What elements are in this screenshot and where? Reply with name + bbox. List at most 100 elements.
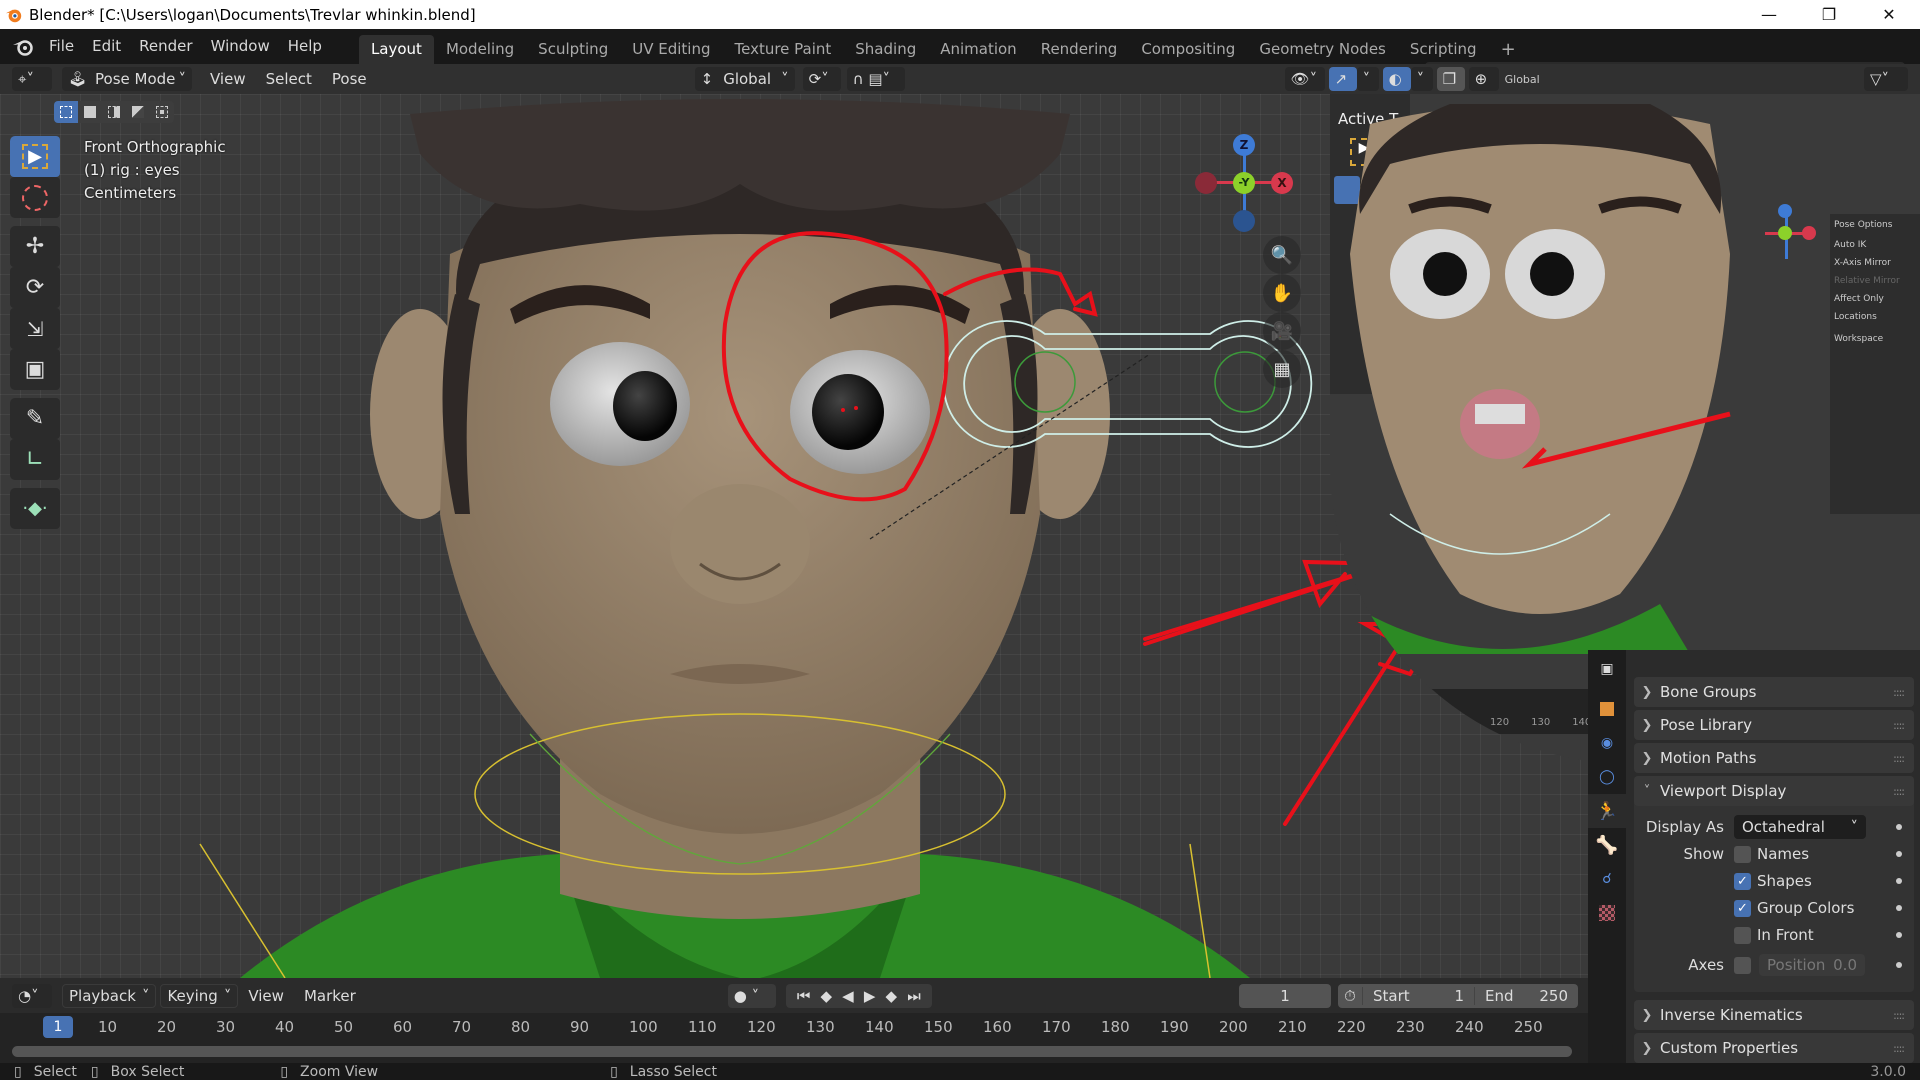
panel-motion-paths[interactable]: ❯ Motion Paths:::: <box>1634 743 1914 773</box>
camera-view-button[interactable]: 🎥 <box>1263 312 1301 350</box>
tab-physics[interactable]: ◉ <box>1588 726 1626 760</box>
keyframe-dot-icon[interactable] <box>1896 962 1902 968</box>
tab-constraints[interactable]: ◯ <box>1588 760 1626 794</box>
drag-handle-icon[interactable]: :::: <box>1893 752 1905 765</box>
overlays-dropdown[interactable]: ˅ <box>1410 67 1433 91</box>
tab-scripting[interactable]: Scripting <box>1398 35 1489 64</box>
menu-pose[interactable]: Pose <box>322 70 377 88</box>
minimize-button[interactable]: — <box>1740 0 1798 29</box>
select-box-tool[interactable]: ▶ <box>10 136 60 177</box>
gizmo-neg-x-axis[interactable] <box>1195 172 1217 194</box>
gizmo-x-axis[interactable]: X <box>1271 172 1293 194</box>
gizmo-neg-z-axis[interactable] <box>1233 210 1255 232</box>
drag-handle-icon[interactable]: :::: <box>1893 785 1905 798</box>
gizmo-dropdown[interactable]: ˅ <box>1356 67 1379 91</box>
transform-orientation-dropdown[interactable]: ↕ Global ˅ <box>694 67 795 91</box>
tab-uv-editing[interactable]: UV Editing <box>620 35 722 64</box>
pan-view-button[interactable]: ✋ <box>1263 274 1301 312</box>
shading-wireframe-button[interactable]: ⊕ <box>1468 67 1499 91</box>
measure-tool[interactable]: ∟ <box>10 439 60 480</box>
playback-menu[interactable]: Playback ˅ <box>62 983 157 1008</box>
timeline-ruler[interactable]: 1 10 20 30 40 50 60 70 80 90 100 110 120 130 140 150 16… <box>0 1013 1588 1041</box>
cursor-tool[interactable] <box>10 177 60 218</box>
tab-animation[interactable]: Animation <box>928 35 1028 64</box>
keyframe-dot-icon[interactable] <box>1896 905 1902 911</box>
relax-pose-tool[interactable]: ⋅◆⋅ <box>10 488 60 529</box>
group-colors-checkbox[interactable]: ✓ <box>1734 899 1751 917</box>
tab-texture[interactable] <box>1588 896 1626 930</box>
panel-viewport-display-header[interactable]: ˅ Viewport Display:::: <box>1634 776 1914 806</box>
tab-geometry-nodes[interactable]: Geometry Nodes <box>1247 35 1398 64</box>
tab-object[interactable] <box>1588 692 1626 726</box>
menu-file[interactable]: File <box>40 29 83 64</box>
gizmo-toggle[interactable]: ↗ <box>1328 67 1357 91</box>
editor-type-button[interactable]: ⌖˅ <box>12 67 52 91</box>
maximize-button[interactable]: ❐ <box>1800 0 1858 29</box>
tab-modeling[interactable]: Modeling <box>434 35 526 64</box>
timeline-editor-type-button[interactable]: ◔˅ <box>12 983 52 1008</box>
blender-menu-icon[interactable] <box>12 37 34 57</box>
gizmo-y-axis[interactable]: -Y <box>1233 172 1255 194</box>
tab-tool[interactable]: ▣ <box>1588 652 1626 686</box>
annotate-tool[interactable]: ✎ <box>10 398 60 439</box>
transform-tool[interactable]: ▣ <box>10 349 60 390</box>
xray-toggle[interactable]: ❐ <box>1436 67 1465 91</box>
play-reverse-button[interactable]: ◀ <box>842 987 854 1005</box>
tab-sculpting[interactable]: Sculpting <box>526 35 620 64</box>
scale-tool[interactable]: ⇲ <box>10 308 60 349</box>
tab-bone[interactable]: 🦴 <box>1588 828 1626 862</box>
in-front-checkbox[interactable] <box>1734 926 1751 944</box>
tab-object-data[interactable]: 🏃 <box>1588 794 1626 828</box>
close-button[interactable]: ✕ <box>1860 0 1918 29</box>
keyframe-dot-icon[interactable] <box>1896 932 1902 938</box>
menu-select[interactable]: Select <box>256 70 322 88</box>
shapes-checkbox[interactable]: ✓ <box>1734 872 1751 890</box>
tab-layout[interactable]: Layout <box>358 35 434 64</box>
names-checkbox[interactable] <box>1734 845 1751 863</box>
navigation-gizmo[interactable]: Z -Y X <box>1195 134 1295 234</box>
auto-keying-toggle[interactable]: ● ˅ <box>727 983 776 1008</box>
panel-custom-properties[interactable]: ❯ Custom Properties:::: <box>1634 1033 1914 1063</box>
keyframe-dot-icon[interactable] <box>1896 824 1902 830</box>
filter-dropdown[interactable]: ▽˅ <box>1864 67 1908 91</box>
menu-help[interactable]: Help <box>279 29 331 64</box>
timeline-view-menu[interactable]: View <box>238 987 294 1005</box>
end-frame-field[interactable]: End 250 <box>1474 986 1578 1005</box>
panel-pose-library[interactable]: ❯ Pose Library:::: <box>1634 710 1914 740</box>
overlays-toggle[interactable]: ◐ <box>1382 67 1411 91</box>
panel-bone-groups[interactable]: ❯ Bone Groups:::: <box>1634 677 1914 707</box>
visibility-dropdown[interactable]: 👁˅ <box>1284 67 1325 91</box>
keyframe-dot-icon[interactable] <box>1896 851 1902 857</box>
keyframe-dot-icon[interactable] <box>1896 878 1902 884</box>
axes-position-field[interactable]: Position 0.0 <box>1759 954 1865 976</box>
play-button[interactable]: ▶ <box>864 987 876 1005</box>
next-keyframe-button[interactable]: ◆ <box>886 987 898 1005</box>
stopwatch-icon[interactable]: ⏱ <box>1338 987 1362 1005</box>
add-workspace-button[interactable]: + <box>1489 35 1528 64</box>
drag-handle-icon[interactable]: :::: <box>1893 719 1905 732</box>
menu-window[interactable]: Window <box>202 29 279 64</box>
prev-keyframe-button[interactable]: ◆ <box>821 987 833 1005</box>
snap-toggle[interactable]: ∩ ▤˅ <box>846 67 905 91</box>
pivot-point-dropdown[interactable]: ⟳˅ <box>802 67 841 91</box>
drag-handle-icon[interactable]: :::: <box>1893 1042 1905 1055</box>
panel-inverse-kinematics[interactable]: ❯ Inverse Kinematics:::: <box>1634 1000 1914 1030</box>
tab-bone-constraints[interactable]: ☌ <box>1588 862 1626 896</box>
menu-edit[interactable]: Edit <box>83 29 130 64</box>
drag-handle-icon[interactable]: :::: <box>1893 1009 1905 1022</box>
zoom-view-button[interactable]: 🔍 <box>1263 236 1301 274</box>
jump-end-button[interactable]: ⏭ <box>907 987 921 1005</box>
start-frame-field[interactable]: Start 1 <box>1362 986 1474 1005</box>
perspective-toggle-button[interactable]: ▦ <box>1263 350 1301 388</box>
display-as-dropdown[interactable]: Octahedral ˅ <box>1734 815 1866 839</box>
keying-menu[interactable]: Keying ˅ <box>160 983 239 1008</box>
scrollbar-thumb[interactable] <box>12 1046 1572 1057</box>
mode-selector[interactable]: 🕹 Pose Mode ˅ <box>62 67 192 91</box>
playhead[interactable]: 1 <box>43 1016 73 1038</box>
timeline-scrollbar[interactable] <box>0 1041 1588 1063</box>
current-frame-field[interactable]: 1 <box>1239 983 1331 1008</box>
drag-handle-icon[interactable]: :::: <box>1893 686 1905 699</box>
tab-texture-paint[interactable]: Texture Paint <box>722 35 843 64</box>
gizmo-z-axis[interactable]: Z <box>1233 134 1255 156</box>
tab-rendering[interactable]: Rendering <box>1029 35 1130 64</box>
